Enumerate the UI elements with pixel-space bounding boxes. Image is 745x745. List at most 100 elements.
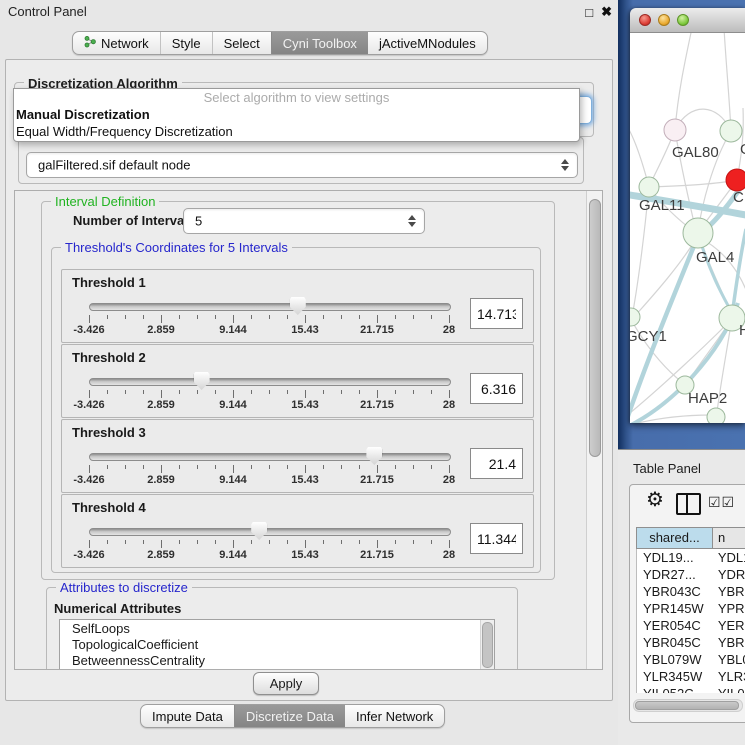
network-window-titlebar[interactable]	[630, 8, 745, 33]
table-row[interactable]: YIL052CYIL0	[637, 685, 745, 693]
cell[interactable]: YPR145W	[637, 600, 712, 617]
node-gal11[interactable]	[639, 177, 659, 197]
split-view-icon[interactable]	[676, 493, 701, 515]
tab-network[interactable]: Network	[73, 32, 160, 54]
scrollbar-thumb[interactable]	[482, 622, 493, 668]
threshold-4-value-field[interactable]	[470, 523, 523, 554]
slider-axis-labels: -3.426 2.859 9.144 15.43 21.715 28	[89, 549, 449, 561]
cell[interactable]: YDR2	[712, 566, 745, 583]
threshold-2-slider[interactable]	[89, 378, 451, 386]
column-header-name[interactable]: n	[713, 527, 745, 549]
cell[interactable]: YDR27...	[637, 566, 712, 583]
zoom-traffic-light[interactable]	[677, 14, 689, 26]
column-header-shared-name[interactable]: shared...	[636, 527, 713, 549]
tab-cyni-toolbox[interactable]: Cyni Toolbox	[271, 32, 368, 54]
dropdown-option-manual[interactable]: Manual Discretization	[14, 106, 579, 123]
table-horizontal-scrollbar[interactable]	[633, 699, 743, 712]
list-item[interactable]: TopologicalCoefficient	[60, 636, 494, 652]
cell[interactable]: YER054C	[637, 617, 712, 634]
node-gal4[interactable]	[683, 218, 713, 248]
list-scrollbar[interactable]	[480, 620, 494, 670]
node-gal80[interactable]	[664, 119, 686, 141]
axis-tick-label: 28	[443, 324, 455, 336]
axis-tick-label: -3.426	[73, 549, 104, 561]
cell[interactable]: YDL1	[712, 549, 745, 566]
axis-tick-label: 15.43	[291, 549, 319, 561]
cell[interactable]: YPR1	[712, 600, 745, 617]
slider-thumb[interactable]	[194, 372, 210, 390]
threshold-1-slider[interactable]	[89, 303, 451, 311]
table-row[interactable]: YBR043CYBR0	[637, 583, 745, 600]
close-window-icon[interactable]: ✖	[601, 4, 612, 20]
cell[interactable]: YDL19...	[637, 549, 712, 566]
cell[interactable]: YLR3	[712, 668, 745, 685]
slider-thumb[interactable]	[366, 447, 382, 465]
table-row[interactable]: YDL19...YDL1	[637, 549, 745, 566]
tab-impute-data[interactable]: Impute Data	[141, 705, 234, 727]
slider-tick-marks	[89, 540, 449, 549]
threshold-2-panel: Threshold 2 -3.426 2.859 9.144 15.43 21.…	[61, 344, 534, 418]
cell[interactable]: YBL0	[712, 651, 745, 668]
threshold-3-slider[interactable]	[89, 453, 451, 461]
node-attribute-table: shared... n YDL19...YDL1 YDR27...YDR2 YB…	[636, 527, 745, 693]
bottom-tabbar: Impute Data Discretize Data Infer Networ…	[140, 704, 445, 728]
cell[interactable]: YBR043C	[637, 583, 712, 600]
threshold-3-panel: Threshold 3 -3.426 2.859 9.144 15.43 21.…	[61, 419, 534, 493]
float-window-icon[interactable]: □	[585, 5, 593, 20]
cell[interactable]: YBR045C	[637, 634, 712, 651]
cell[interactable]: YBR0	[712, 634, 745, 651]
table-data-combobox[interactable]: galFiltered.sif default node	[26, 152, 578, 178]
threshold-label: Threshold 1	[72, 275, 146, 290]
list-item[interactable]: BetweennessCentrality	[60, 652, 494, 668]
table-row[interactable]: YER054CYER0	[637, 617, 745, 634]
node-ga[interactable]	[720, 120, 742, 142]
axis-tick-label: 15.43	[291, 474, 319, 486]
scrollbar-thumb[interactable]	[589, 199, 601, 457]
checkbox-toolbar-icons[interactable]: ☑☑	[708, 494, 735, 511]
close-traffic-light[interactable]	[639, 14, 651, 26]
node-label-ga: GA	[740, 141, 745, 158]
node-red-selected[interactable]	[726, 169, 745, 191]
axis-tick-label: 28	[443, 549, 455, 561]
cell[interactable]: YBL079W	[637, 651, 712, 668]
tab-label: Cyni Toolbox	[283, 36, 357, 51]
cell[interactable]: YIL052C	[637, 685, 712, 693]
tab-label: Style	[172, 36, 201, 51]
tab-discretize-data[interactable]: Discretize Data	[234, 705, 345, 727]
axis-tick-label: 28	[443, 474, 455, 486]
axis-tick-label: 21.715	[360, 549, 394, 561]
dropdown-option-equal-width[interactable]: Equal Width/Frequency Discretization	[14, 123, 579, 140]
tab-label: Network	[101, 36, 149, 51]
scrollbar-thumb[interactable]	[635, 701, 739, 710]
table-body: YDL19...YDL1 YDR27...YDR2 YBR043CYBR0 YP…	[636, 549, 745, 693]
cell[interactable]: YLR345W	[637, 668, 712, 685]
table-row[interactable]: YBL079WYBL0	[637, 651, 745, 668]
tab-jactivemnodules[interactable]: jActiveMNodules	[368, 32, 487, 54]
threshold-3-value-field[interactable]	[470, 448, 523, 479]
tab-select[interactable]: Select	[212, 32, 271, 54]
cell[interactable]: YER0	[712, 617, 745, 634]
tab-infer-network[interactable]: Infer Network	[345, 705, 444, 727]
settings-scrollbar[interactable]	[586, 191, 602, 669]
table-row[interactable]: YPR145WYPR1	[637, 600, 745, 617]
node-bottom[interactable]	[707, 408, 725, 423]
threshold-1-value-field[interactable]	[470, 298, 523, 329]
threshold-2-value-field[interactable]	[470, 373, 523, 404]
cell[interactable]: YIL0	[712, 685, 745, 693]
network-canvas[interactable]: GAL80 GA C GAL11 GAL4 GCY1 H HAP2	[630, 33, 745, 423]
table-row[interactable]: YLR345WYLR3	[637, 668, 745, 685]
table-row[interactable]: YBR045CYBR0	[637, 634, 745, 651]
slider-thumb[interactable]	[251, 522, 267, 540]
threshold-4-slider[interactable]	[89, 528, 451, 536]
cell[interactable]: YBR0	[712, 583, 745, 600]
number-of-intervals-combobox[interactable]: 5	[183, 208, 425, 234]
minimize-traffic-light[interactable]	[658, 14, 670, 26]
gear-icon[interactable]: ⚙	[646, 490, 664, 510]
apply-button[interactable]: Apply	[253, 672, 319, 695]
node-gcy1[interactable]	[630, 308, 640, 326]
list-item[interactable]: SelfLoops	[60, 620, 494, 636]
axis-tick-label: 15.43	[291, 324, 319, 336]
tab-style[interactable]: Style	[160, 32, 212, 54]
slider-thumb[interactable]	[290, 297, 306, 315]
table-row[interactable]: YDR27...YDR2	[637, 566, 745, 583]
